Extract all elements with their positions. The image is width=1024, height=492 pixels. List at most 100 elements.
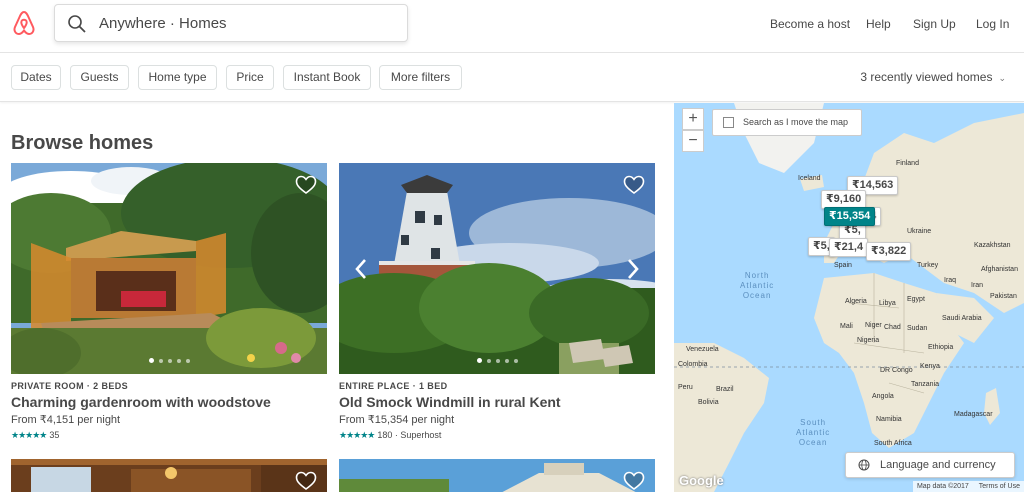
carousel-dot[interactable] — [158, 359, 163, 363]
map-label: Ethiopia — [928, 344, 954, 351]
map-label: Niger — [865, 322, 882, 329]
carousel-dot[interactable] — [486, 359, 491, 363]
nav-help[interactable]: Help — [866, 17, 891, 31]
terms-link[interactable]: Terms of Use — [979, 483, 1020, 490]
language-currency-button[interactable]: Language and currency — [845, 452, 1015, 478]
map-label: Iran — [971, 282, 984, 289]
google-logo[interactable]: Google — [679, 473, 724, 488]
globe-icon — [858, 459, 870, 471]
chevron-right-icon[interactable] — [625, 257, 641, 281]
page-title: Browse homes — [11, 132, 154, 154]
carousel-dots[interactable] — [11, 350, 327, 368]
star-rating-icon: ★★★★★ — [11, 430, 47, 440]
recently-viewed-label: 3 recently viewed homes — [860, 70, 993, 84]
listing-photo[interactable] — [11, 459, 327, 492]
airbnb-logo-icon[interactable] — [12, 10, 36, 36]
listing-photo[interactable] — [11, 163, 327, 374]
review-count: 35 — [49, 430, 60, 440]
chevron-down-icon: ⌄ — [998, 73, 1006, 83]
map-label: Iceland — [798, 175, 821, 182]
listing-card[interactable]: PRIVATE ROOM · 2 BEDS Charming gardenroo… — [11, 163, 327, 453]
cabin-photo — [11, 459, 327, 492]
filter-more-filters-button[interactable]: More filters — [379, 65, 462, 90]
listing-photo[interactable] — [339, 459, 655, 492]
heart-icon[interactable] — [623, 175, 645, 195]
map-label: Pakistan — [990, 293, 1017, 300]
listing-rating: ★★★★★ 35 — [11, 430, 59, 441]
map-data-credit: Map data ©2017 — [916, 483, 969, 490]
carousel-dot[interactable] — [476, 358, 482, 363]
map-label: Colombia — [678, 361, 708, 368]
listing-title[interactable]: Charming gardenroom with woodstove — [11, 394, 271, 410]
carousel-dot[interactable] — [513, 359, 518, 363]
search-bar[interactable]: Anywhere · Homes — [54, 4, 408, 42]
map-label: South Africa — [874, 440, 912, 447]
map-label: Iraq — [944, 277, 957, 284]
map-label: Kenya — [920, 363, 940, 370]
map-label: Angola — [872, 393, 894, 400]
map-label: Nigeria — [857, 337, 880, 344]
carousel-dot[interactable] — [148, 358, 154, 363]
map-label: Saudi Arabia — [942, 315, 982, 322]
filter-price-button[interactable]: Price — [226, 65, 274, 90]
map-panel[interactable]: + − Search as I move the map Iceland Fin… — [674, 103, 1024, 492]
nav-log-in[interactable]: Log In — [976, 17, 1009, 31]
price-marker[interactable]: ₹3,822 — [866, 242, 912, 261]
map-label: Kazakhstan — [974, 242, 1011, 249]
listing-title[interactable]: Old Smock Windmill in rural Kent — [339, 394, 561, 410]
checkbox[interactable] — [723, 117, 734, 128]
price-marker-selected[interactable]: ₹15,354 — [824, 207, 876, 226]
star-rating-icon: ★★★★★ — [339, 430, 375, 440]
map-label: Ukraine — [907, 228, 932, 235]
nav-sign-up[interactable]: Sign Up — [913, 17, 956, 31]
price-marker[interactable]: ₹21,4 — [829, 238, 869, 257]
map-label: Afghanistan — [981, 266, 1018, 273]
top-bar: Anywhere · Homes Become a host Help Sign… — [0, 0, 1024, 53]
filter-instant-book-button[interactable]: Instant Book — [283, 65, 371, 90]
search-input[interactable]: Anywhere · Homes — [99, 15, 227, 32]
carousel-dots[interactable] — [339, 350, 655, 368]
map-label: Mali — [840, 323, 853, 330]
zoom-out-button[interactable]: − — [682, 130, 704, 152]
ocean-label: North Atlantic Ocean — [740, 271, 775, 300]
listing-photo[interactable] — [339, 163, 655, 374]
map-footer: Map data ©2017 Terms of Use — [912, 481, 1024, 492]
map-label: Egypt — [907, 296, 925, 303]
listing-price: From ₹15,354 per night — [339, 414, 455, 426]
search-as-move-toggle[interactable]: Search as I move the map — [712, 109, 862, 136]
zoom-in-button[interactable]: + — [682, 108, 704, 130]
nav-become-host[interactable]: Become a host — [770, 17, 850, 31]
filter-home-type-button[interactable]: Home type — [138, 65, 217, 90]
filter-bar: Dates Guests Home type Price Instant Boo… — [0, 53, 1024, 102]
carousel-dot[interactable] — [176, 359, 181, 363]
map-label: Bolivia — [698, 399, 719, 406]
listing-price: From ₹4,151 per night — [11, 414, 121, 426]
carousel-dot[interactable] — [504, 359, 509, 363]
filter-guests-button[interactable]: Guests — [70, 65, 129, 90]
heart-icon[interactable] — [295, 471, 317, 491]
map-label: Libya — [879, 300, 896, 307]
listing-type: PRIVATE ROOM · 2 BEDS — [11, 381, 129, 391]
filter-dates-button[interactable]: Dates — [11, 65, 61, 90]
carousel-dot[interactable] — [167, 359, 172, 363]
language-currency-label: Language and currency — [880, 459, 996, 471]
listing-card[interactable] — [339, 459, 655, 492]
heart-icon[interactable] — [295, 175, 317, 195]
map-label: Chad — [884, 324, 901, 331]
gardenroom-photo — [11, 163, 327, 374]
map-label: Peru — [678, 384, 693, 391]
villa-photo — [339, 459, 655, 492]
heart-icon[interactable] — [623, 471, 645, 491]
map-label: Venezuela — [686, 346, 719, 353]
map-label: Sudan — [907, 325, 928, 332]
recently-viewed-dropdown[interactable]: 3 recently viewed homes ⌄ — [860, 70, 1006, 84]
map-label: Spain — [834, 262, 852, 269]
listing-card[interactable]: ENTIRE PLACE · 1 BED Old Smock Windmill … — [339, 163, 655, 453]
listing-card[interactable] — [11, 459, 327, 492]
carousel-dot[interactable] — [495, 359, 500, 363]
map-label: Finland — [896, 160, 919, 167]
listings-panel: Browse homes PRIVATE ROOM · 2 BEDS Charm… — [0, 103, 674, 492]
search-as-move-label: Search as I move the map — [743, 117, 849, 127]
carousel-dot[interactable] — [185, 359, 190, 363]
chevron-left-icon[interactable] — [353, 257, 369, 281]
